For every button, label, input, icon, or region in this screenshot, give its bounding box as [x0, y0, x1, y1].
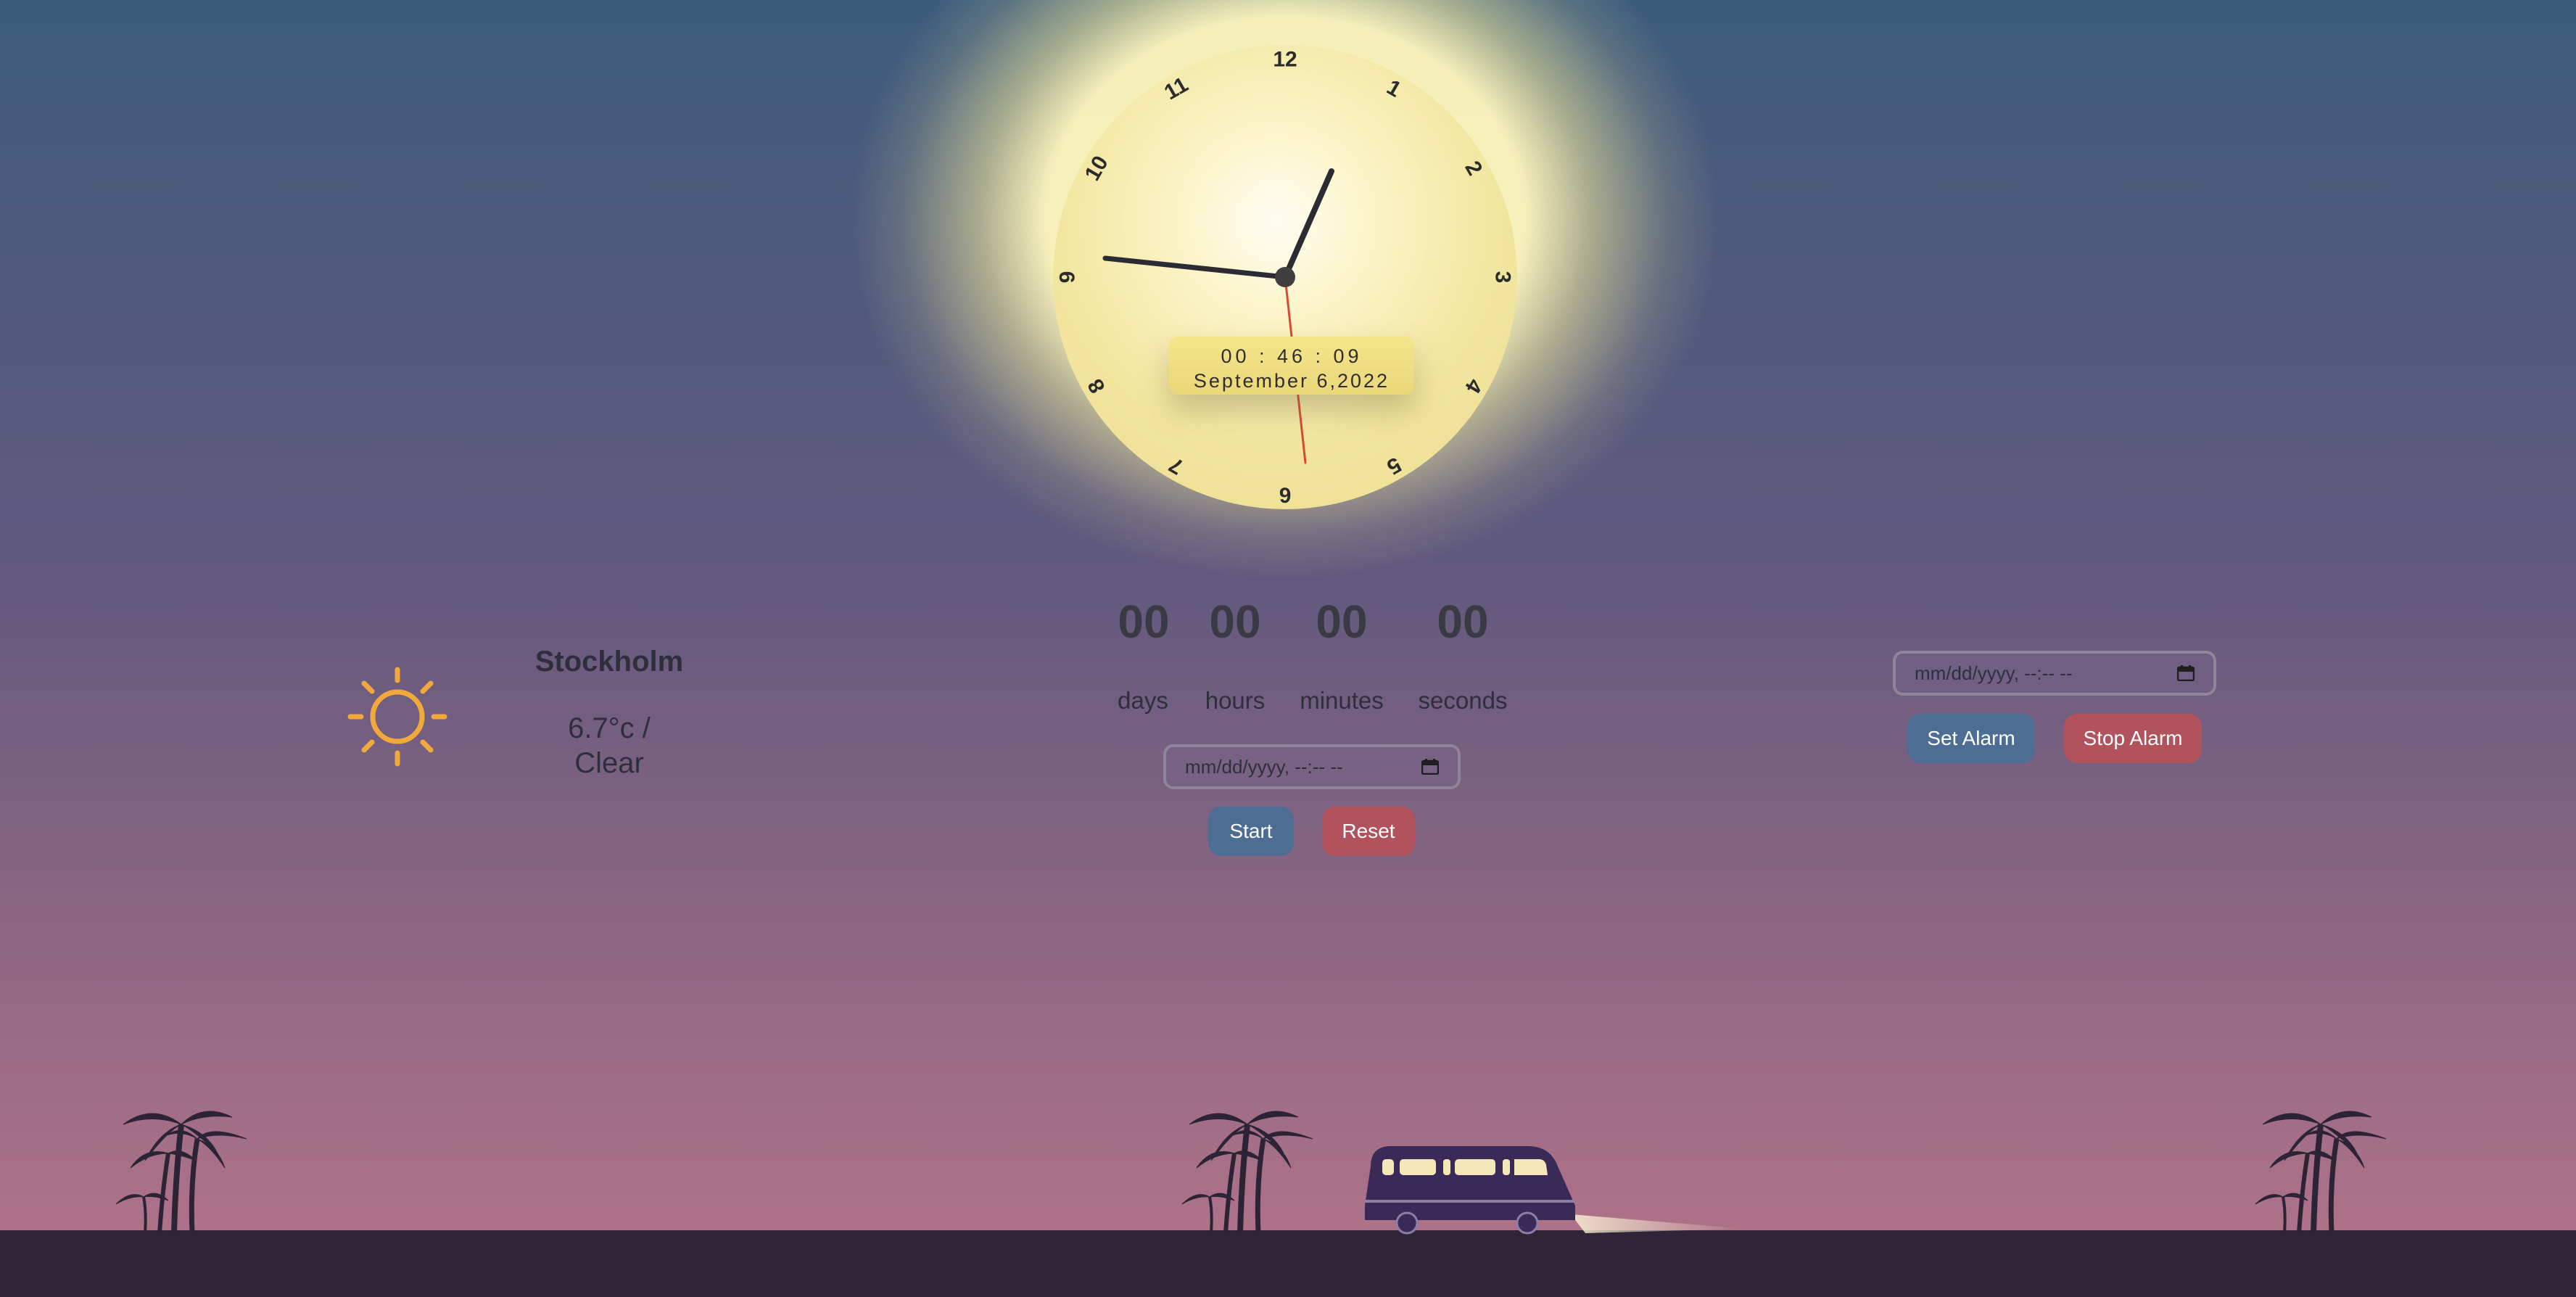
ground [0, 1230, 2576, 1297]
palm-trees-center [1181, 1111, 1313, 1233]
headlight-beam [1571, 1214, 1745, 1233]
set-alarm-button[interactable]: Set Alarm [1907, 714, 2035, 763]
clock-number-6: 6 [1279, 483, 1292, 507]
van-wheel [1516, 1211, 1539, 1235]
van-body [1365, 1146, 1575, 1220]
alarm-input-placeholder: mm/dd/yyyy, --:-- -- [1915, 662, 2073, 684]
digital-time: 00 : 46 : 09 [1221, 345, 1363, 367]
hour-hand [1282, 168, 1334, 280]
analog-clock: 12 1 2 3 4 5 6 7 8 9 10 11 [1053, 45, 1517, 509]
clock-center [1275, 267, 1295, 287]
countdown-seconds-label: seconds [1418, 687, 1508, 714]
van-stripe [1365, 1200, 1575, 1203]
palm-trees-left [115, 1111, 247, 1233]
clock-number-10: 10 [1081, 152, 1113, 184]
countdown-hours: 00 [1209, 596, 1261, 648]
countdown-minutes-label: minutes [1300, 687, 1384, 714]
minute-hand [1102, 255, 1288, 280]
weather-city: Stockholm [534, 646, 684, 678]
stop-alarm-button[interactable]: Stop Alarm [2064, 714, 2202, 763]
clock-face: 121234567891011 [1056, 48, 1515, 507]
van-windshield [1514, 1159, 1548, 1175]
van-window [1400, 1159, 1436, 1175]
calendar-icon[interactable] [1421, 759, 1439, 775]
van-window [1382, 1159, 1394, 1175]
countdown-input-placeholder: mm/dd/yyyy, --:-- -- [1185, 756, 1343, 778]
van-window [1455, 1159, 1495, 1175]
reset-button[interactable]: Reset [1322, 807, 1415, 856]
van-illustration [1365, 1146, 1745, 1235]
clock-number-5: 5 [1383, 452, 1405, 479]
palm-trees-right [2255, 1111, 2387, 1233]
weather-temperature: 6.7°c / Clear [493, 711, 725, 781]
countdown-seconds: 00 [1437, 596, 1489, 648]
clock-number-8: 8 [1083, 375, 1110, 398]
digital-time-display: 00 : 46 : 09 September 6,2022 [1169, 337, 1414, 395]
clock-number-4: 4 [1460, 375, 1487, 398]
clock-number-2: 2 [1460, 157, 1487, 180]
weather-condition: Clear [574, 747, 644, 779]
clock-number-12: 12 [1273, 48, 1297, 72]
calendar-icon[interactable] [2177, 665, 2195, 681]
clock-number-3: 3 [1491, 271, 1515, 284]
clock-number-1: 1 [1383, 75, 1405, 102]
clock-number-9: 9 [1056, 271, 1080, 284]
weather-temp-value: 6.7°c / [568, 712, 651, 744]
clock-number-11: 11 [1160, 73, 1192, 104]
start-button[interactable]: Start [1208, 807, 1294, 856]
digital-date: September 6,2022 [1193, 370, 1390, 392]
alarm-datetime-input[interactable]: mm/dd/yyyy, --:-- -- [1893, 651, 2216, 696]
countdown-datetime-input[interactable]: mm/dd/yyyy, --:-- -- [1163, 744, 1461, 789]
van-window [1443, 1159, 1450, 1175]
van-wheel [1395, 1211, 1419, 1235]
countdown-minutes: 00 [1316, 596, 1368, 648]
clock-number-7: 7 [1165, 452, 1188, 479]
van-window [1503, 1159, 1510, 1175]
sun-icon [347, 666, 448, 771]
